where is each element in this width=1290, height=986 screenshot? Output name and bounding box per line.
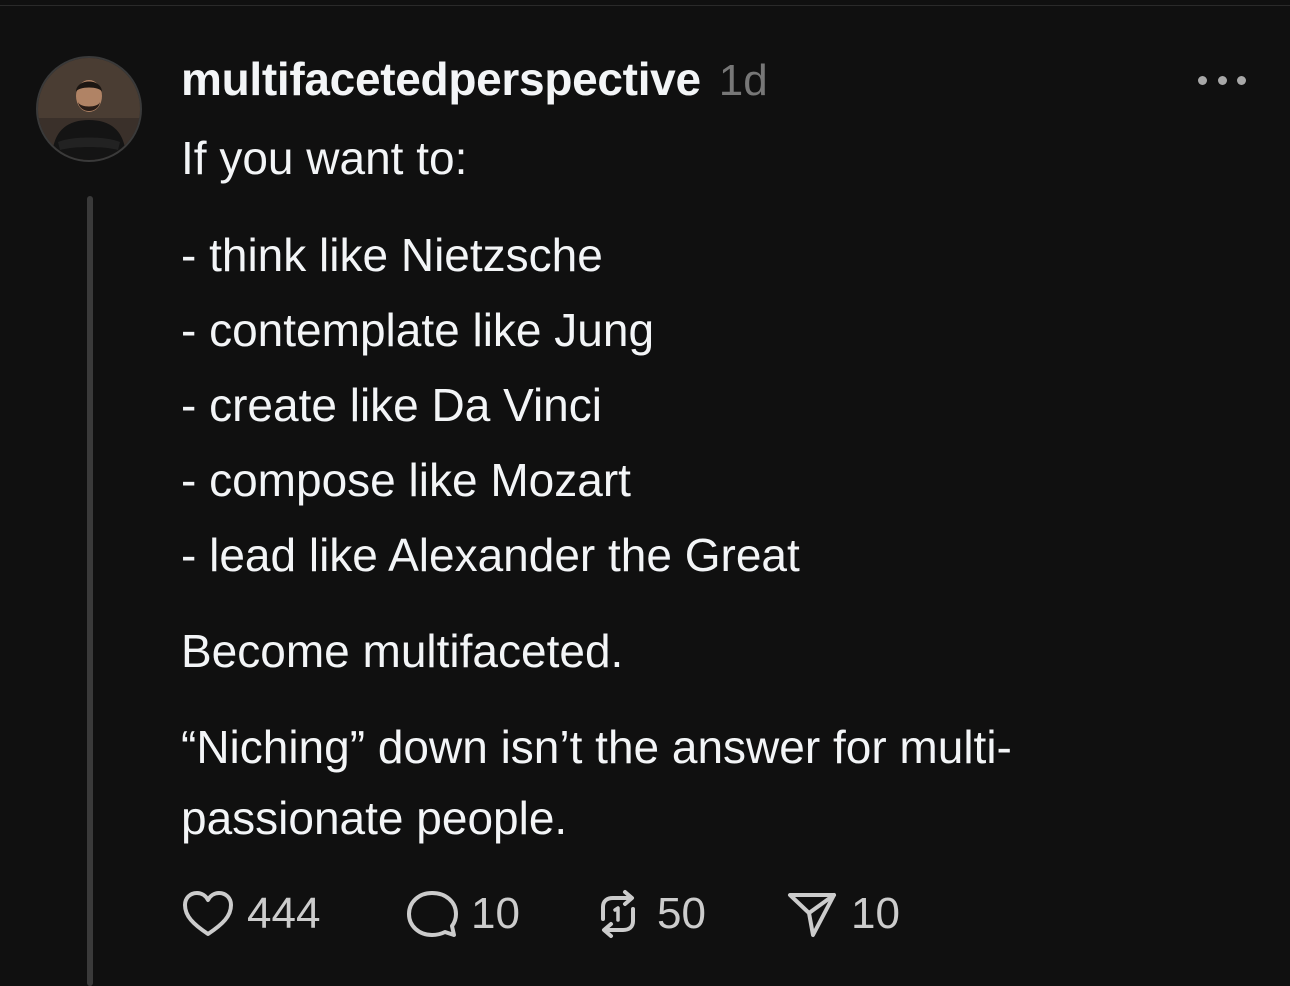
list-item: - lead like Alexander the Great bbox=[181, 529, 800, 581]
share-count: 10 bbox=[851, 889, 900, 938]
post-list: - think like Nietzsche - contemplate lik… bbox=[181, 218, 800, 593]
like-button[interactable]: 444 bbox=[181, 889, 405, 939]
action-bar: 444 10 50 10 bbox=[181, 884, 900, 944]
avatar-image bbox=[38, 58, 140, 160]
timestamp[interactable]: 1d bbox=[719, 56, 768, 106]
send-icon bbox=[788, 893, 836, 937]
list-item: - contemplate like Jung bbox=[181, 304, 655, 356]
more-options-button[interactable] bbox=[1198, 66, 1246, 94]
more-icon-dot bbox=[1198, 75, 1207, 85]
post-closing: “Niching” down isn’t the answer for mult… bbox=[181, 721, 1012, 844]
username-link[interactable]: multifacetedperspective bbox=[181, 52, 701, 106]
share-button[interactable]: 10 bbox=[785, 889, 900, 939]
more-icon-dot bbox=[1217, 75, 1227, 85]
comment-bubble-icon bbox=[407, 891, 458, 937]
top-divider bbox=[0, 5, 1290, 6]
thread-line bbox=[87, 196, 93, 986]
list-item: - think like Nietzsche bbox=[181, 229, 603, 281]
reply-button[interactable]: 10 bbox=[405, 888, 591, 940]
post-intro: If you want to: bbox=[181, 132, 468, 184]
avatar[interactable] bbox=[36, 56, 142, 162]
reply-count: 10 bbox=[471, 889, 520, 938]
post-statement: Become multifaceted. bbox=[181, 625, 624, 677]
post-header: multifacetedperspective 1d bbox=[181, 52, 1181, 112]
heart-icon bbox=[183, 891, 233, 936]
repost-button[interactable]: 50 bbox=[591, 889, 785, 939]
repost-icon bbox=[601, 890, 635, 938]
list-item: - create like Da Vinci bbox=[181, 379, 602, 431]
more-icon-dot bbox=[1237, 75, 1246, 85]
like-count: 444 bbox=[247, 889, 321, 938]
repost-count: 50 bbox=[657, 889, 706, 938]
list-item: - compose like Mozart bbox=[181, 454, 631, 506]
